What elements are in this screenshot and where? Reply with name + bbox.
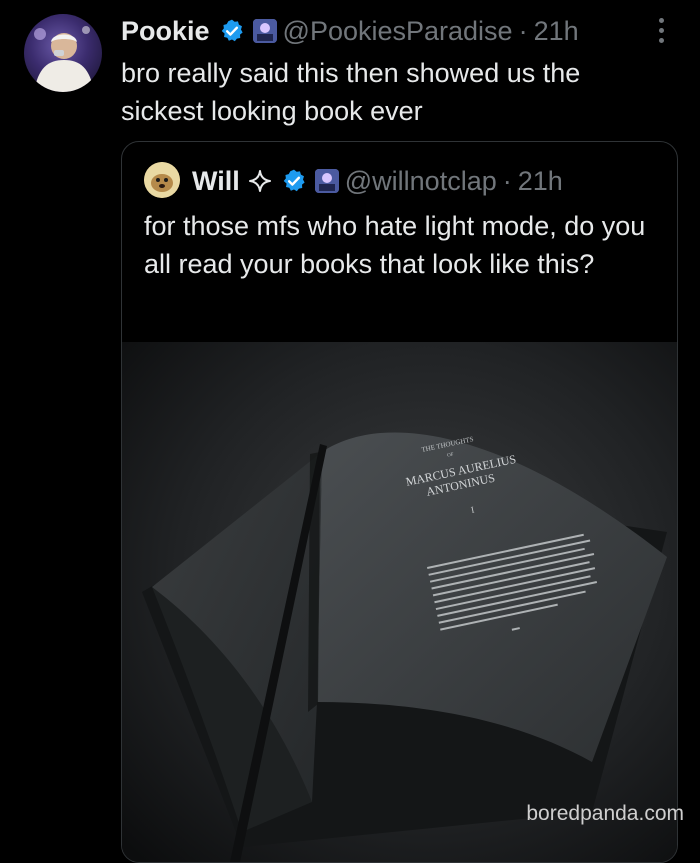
quoted-tweet-header: Will @willnotclap · 21h <box>192 162 563 200</box>
watermark: boredpanda.com <box>526 802 684 825</box>
more-options-icon[interactable] <box>652 18 670 48</box>
quoted-tweet[interactable]: Will @willnotclap · 21h for those mfs wh… <box>121 141 678 863</box>
affiliate-badge-icon[interactable] <box>252 19 277 43</box>
separator-dot: · <box>502 165 512 196</box>
quoted-author-name[interactable]: Will <box>192 166 240 197</box>
author-handle[interactable]: @PookiesParadise <box>283 16 513 47</box>
verified-badge-icon[interactable] <box>219 18 245 44</box>
verified-badge-icon[interactable] <box>281 168 307 194</box>
book-photo[interactable]: THE THOUGHTS OF MARCUS AURELIUS ANTONINU… <box>122 342 677 862</box>
quoted-tweet-timestamp[interactable]: 21h <box>518 166 563 197</box>
sparkle-icon <box>248 169 272 193</box>
tweet-text: bro really said this then showed us the … <box>121 58 581 126</box>
affiliate-badge-icon[interactable] <box>314 169 339 193</box>
quoted-author-avatar[interactable] <box>144 162 180 198</box>
separator-dot: · <box>518 15 528 46</box>
tweet-header: Pookie @PookiesParadise · 21h <box>121 12 579 50</box>
author-name[interactable]: Pookie <box>121 16 210 47</box>
quoted-author-handle[interactable]: @willnotclap <box>345 166 497 197</box>
quoted-tweet-text: for those mfs who hate light mode, do yo… <box>144 211 646 279</box>
tweet: Pookie @PookiesParadise · 21h bro really… <box>0 0 700 863</box>
author-avatar[interactable] <box>24 14 102 92</box>
tweet-timestamp[interactable]: 21h <box>534 16 579 47</box>
